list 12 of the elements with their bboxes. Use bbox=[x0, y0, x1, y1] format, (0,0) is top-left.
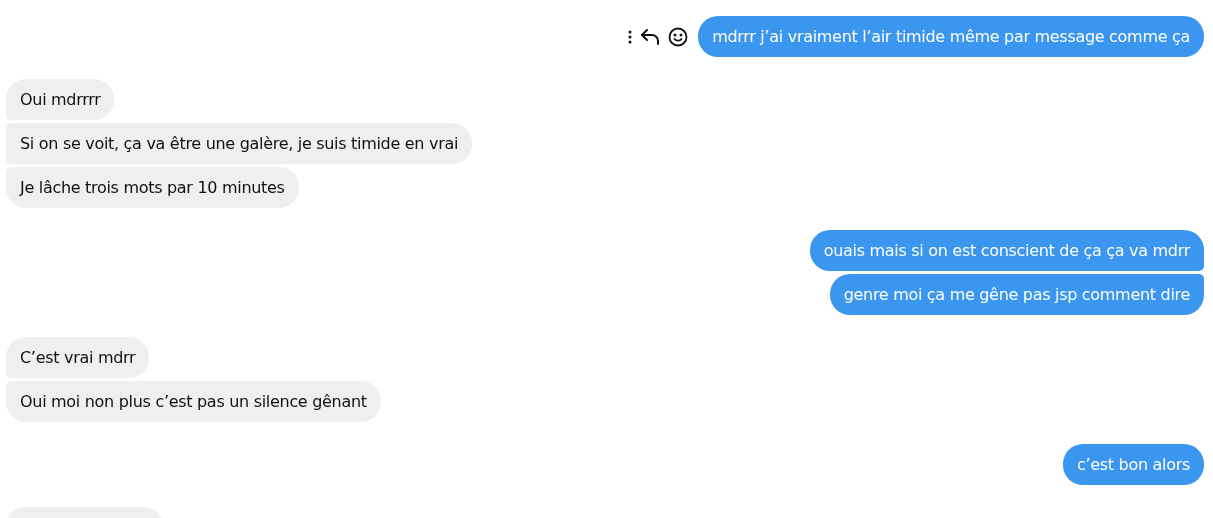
message-bubble: Oui moi non plus c’est pas un silence gênant bbox=[6, 381, 381, 422]
more-options-icon[interactable] bbox=[628, 29, 633, 44]
message-bubble: C’est vrai mdrr bbox=[6, 337, 150, 378]
message-bubble: mdrrr j’ai vraiment l‘air timide même par message comme ça bbox=[698, 16, 1204, 57]
message-bubble: Si on se voit, ça va être une galère, je suis timide en vrai bbox=[6, 123, 473, 164]
reply-icon[interactable] bbox=[640, 27, 661, 46]
message-bubble: Oui mdrrrr bbox=[6, 79, 115, 120]
message-bubble: Je lâche trois mots par 10 minutes bbox=[6, 167, 299, 208]
message-bubble: c’est bon alors bbox=[1062, 444, 1204, 485]
message-bubble: ouais mais si on est conscient de ça ça va mdrr bbox=[809, 230, 1204, 271]
emoji-icon[interactable] bbox=[668, 26, 689, 47]
message-bubble: genre moi ça me gêne pas jsp comment dire bbox=[829, 274, 1204, 315]
